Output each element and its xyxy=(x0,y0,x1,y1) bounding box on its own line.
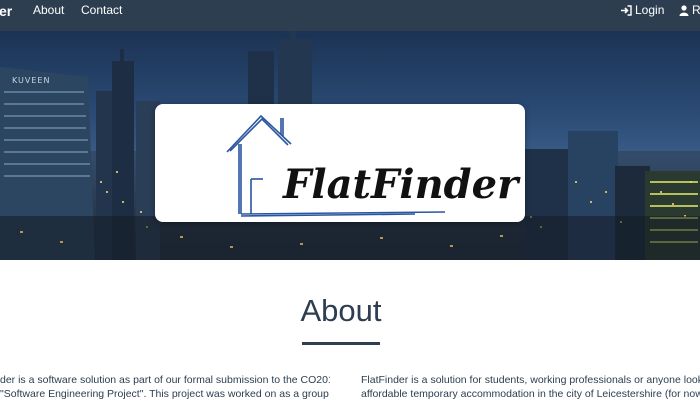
about-heading: About xyxy=(300,293,382,328)
about-right-line-1: FlatFinder is a solution for students, w… xyxy=(361,374,700,386)
about-divider xyxy=(302,342,380,345)
building-sign: KUVEEN xyxy=(12,76,50,85)
login-link[interactable]: Login xyxy=(620,3,664,17)
about-left-column: der is a software solution as part of ou… xyxy=(0,373,330,401)
about-right-column: FlatFinder is a solution for students, w… xyxy=(361,373,700,401)
nav-link-about[interactable]: About xyxy=(33,3,64,17)
login-icon xyxy=(620,4,632,16)
logo-card: FlatFinder xyxy=(155,104,525,222)
about-right-line-2: affordable temporary accommodation in th… xyxy=(361,388,700,400)
register-link[interactable]: R xyxy=(679,3,700,17)
flatfinder-logo: FlatFinder xyxy=(226,114,521,217)
logo-text: FlatFinder xyxy=(282,161,521,208)
nav-link-contact[interactable]: Contact xyxy=(81,3,122,17)
brand-link[interactable]: er xyxy=(0,3,12,19)
hero-banner: KUVEEN FlatFinder xyxy=(0,31,700,260)
about-left-line-2: "Software Engineering Project". This pro… xyxy=(0,388,329,400)
register-label: R xyxy=(692,3,700,17)
about-left-line-1: der is a software solution as part of ou… xyxy=(0,374,330,386)
login-label: Login xyxy=(635,3,665,17)
user-icon xyxy=(679,4,689,16)
top-navbar: er About Contact Login R xyxy=(0,0,700,31)
